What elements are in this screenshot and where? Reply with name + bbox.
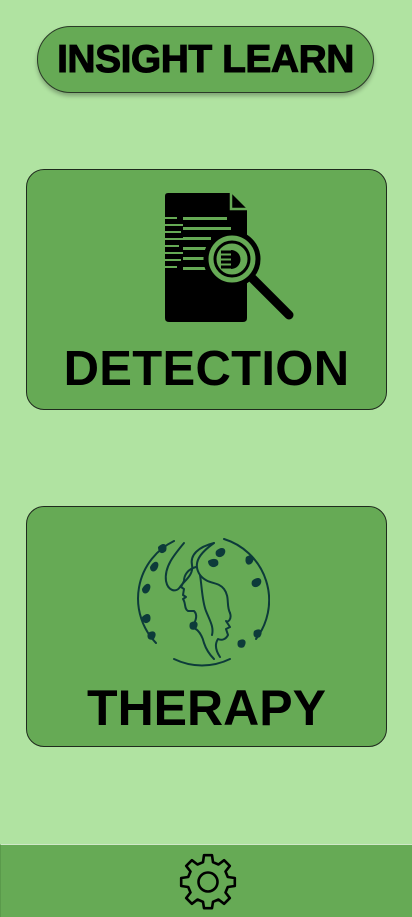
mind-leaves-icon (137, 538, 270, 667)
app-title-pill: INSIGHT LEARN (37, 26, 374, 93)
app-title: INSIGHT LEARN (57, 37, 355, 81)
gear-icon[interactable] (179, 853, 237, 911)
bottom-nav-bar (0, 844, 412, 917)
detection-card[interactable]: DETECTION (26, 169, 387, 410)
therapy-label: THERAPY (87, 680, 326, 736)
therapy-card[interactable]: THERAPY (26, 506, 387, 747)
detection-label: DETECTION (63, 342, 350, 396)
document-search-icon (165, 193, 294, 322)
